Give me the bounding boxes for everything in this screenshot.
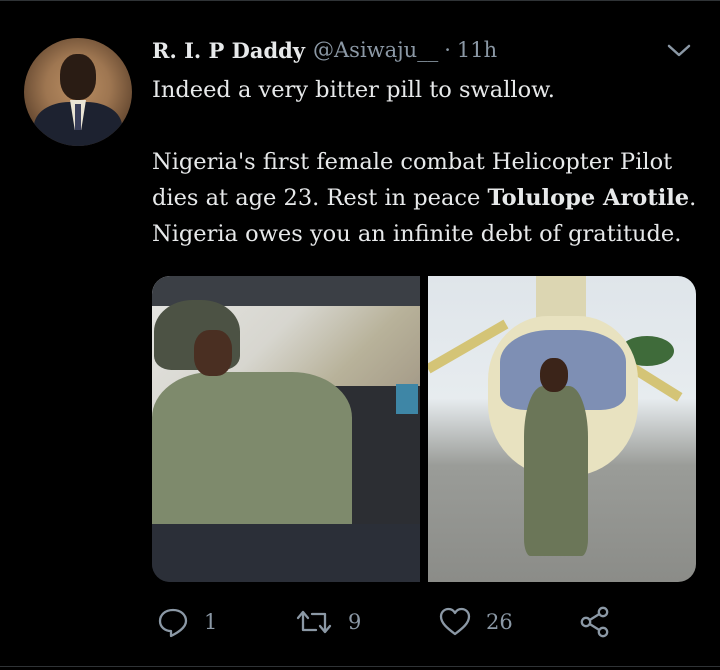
author-handle[interactable]: @Asiwaju__ [313, 38, 438, 62]
tweet-text-line: dies at age 23. Rest in peace Tolulope A… [152, 180, 700, 216]
reply-count: 1 [204, 610, 218, 634]
reply-icon [156, 605, 190, 639]
tweet-media [152, 276, 696, 582]
tweet-text-bold: Tolulope Arotile [487, 185, 690, 211]
avatar-face [60, 54, 96, 100]
reply-button[interactable]: 1 [156, 600, 217, 644]
tweet-text-segment: . [689, 185, 697, 211]
share-button[interactable] [578, 600, 612, 644]
tweet-text-line: Indeed a very bitter pill to swallow. [152, 77, 555, 103]
avatar-tie [75, 104, 81, 130]
retweet-count: 9 [348, 610, 362, 634]
bottom-divider [0, 666, 720, 667]
tweet-text-line: Nigeria's first female combat Helicopter… [152, 149, 673, 175]
retweet-button[interactable]: 9 [294, 600, 361, 644]
tweet-header: R. I. P Daddy @Asiwaju__ · 11h [152, 34, 497, 66]
share-icon [578, 605, 612, 639]
like-count: 26 [486, 610, 513, 634]
like-button[interactable]: 26 [438, 600, 513, 644]
chevron-down-icon[interactable] [664, 38, 694, 62]
retweet-icon [294, 605, 334, 639]
top-divider [0, 0, 720, 1]
media-image-helicopter[interactable] [428, 276, 696, 582]
media-image-cockpit[interactable] [152, 276, 420, 582]
heart-icon [438, 605, 472, 639]
tweet-time[interactable]: 11h [457, 38, 497, 62]
tweet-text: Indeed a very bitter pill to swallow. Ni… [152, 72, 700, 252]
author-name[interactable]: R. I. P Daddy [152, 38, 305, 63]
tweet-text-segment: dies at age 23. Rest in peace [152, 185, 488, 211]
tweet-text-line: Nigeria owes you an infinite debt of gra… [152, 221, 682, 247]
tweet-actions: 1 9 26 [152, 600, 672, 644]
separator-dot: · [444, 38, 451, 62]
avatar[interactable] [24, 38, 132, 146]
